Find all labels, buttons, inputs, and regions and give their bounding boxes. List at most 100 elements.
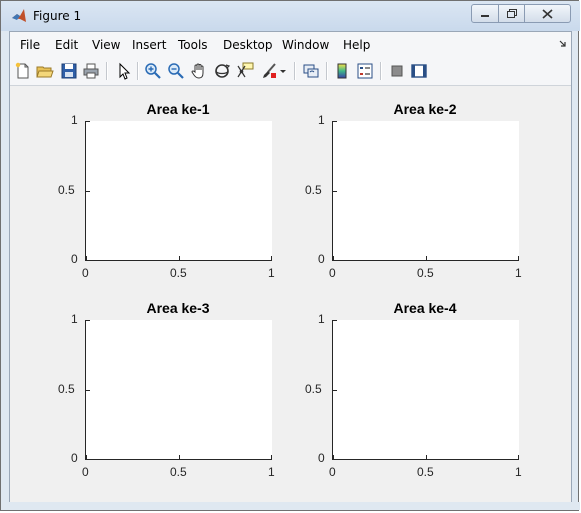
toolbar-separator xyxy=(294,62,296,80)
x-tick-mark xyxy=(518,256,519,260)
x-tick-mark xyxy=(86,455,87,459)
y-tick-mark xyxy=(86,260,90,261)
y-tick-label: 0.5 xyxy=(58,381,75,396)
y-tick-label: 1 xyxy=(318,312,325,326)
x-tick-label: 1 xyxy=(515,266,522,280)
insert-colorbar-icon[interactable] xyxy=(333,62,351,80)
edit-plot-arrow-icon[interactable] xyxy=(115,62,133,80)
menu-edit[interactable]: Edit xyxy=(55,38,78,52)
save-icon[interactable] xyxy=(60,62,78,80)
brush-icon[interactable] xyxy=(260,62,278,80)
close-button[interactable] xyxy=(524,4,571,23)
x-tick-mark xyxy=(271,455,272,459)
dock-arrow-icon[interactable] xyxy=(559,40,567,48)
axes-title: Area ke-2 xyxy=(393,101,457,117)
menu-help[interactable]: Help xyxy=(343,38,370,52)
minimize-button[interactable] xyxy=(471,4,499,23)
y-tick-label: 1 xyxy=(71,312,78,326)
matlab-logo-icon xyxy=(12,9,26,22)
axes-title: Area ke-3 xyxy=(146,300,210,316)
new-figure-icon[interactable] xyxy=(14,62,32,80)
x-tick-label: 1 xyxy=(515,465,522,479)
y-tick-mark xyxy=(86,121,90,122)
x-tick-label: 0 xyxy=(82,266,89,280)
axes-plot-area[interactable] xyxy=(332,121,519,261)
hide-plot-tools-icon[interactable] xyxy=(388,62,406,80)
x-tick-mark xyxy=(333,256,334,260)
x-tick-label: 0 xyxy=(329,465,336,479)
x-tick-label: 1 xyxy=(268,266,275,280)
toolbar-separator xyxy=(106,62,108,80)
menu-view[interactable]: View xyxy=(92,38,120,52)
y-tick-mark xyxy=(333,459,337,460)
menu-insert[interactable]: Insert xyxy=(132,38,166,52)
window-bottom-border xyxy=(1,502,580,510)
x-tick-label: 0.5 xyxy=(417,465,434,479)
show-plot-tools-icon[interactable] xyxy=(410,62,428,80)
y-tick-label: 0 xyxy=(318,451,325,465)
y-tick-label: 1 xyxy=(318,113,325,127)
toolbar-separator xyxy=(380,62,382,80)
x-tick-mark xyxy=(426,455,427,459)
axes-title: Area ke-1 xyxy=(146,101,210,117)
y-tick-mark xyxy=(86,459,90,460)
zoom-out-icon[interactable] xyxy=(167,62,185,80)
x-tick-mark xyxy=(426,256,427,260)
rotate-3d-icon[interactable] xyxy=(213,62,231,80)
toolbar-separator xyxy=(326,62,328,80)
menu-desktop[interactable]: Desktop xyxy=(223,38,273,52)
title-bar[interactable]: Figure 1 xyxy=(1,1,580,31)
print-icon[interactable] xyxy=(82,62,100,80)
y-tick-label: 0 xyxy=(71,252,78,266)
link-plot-icon[interactable] xyxy=(302,62,320,80)
insert-legend-icon[interactable] xyxy=(356,62,374,80)
axes-title: Area ke-4 xyxy=(393,300,457,316)
y-tick-mark xyxy=(333,260,337,261)
y-tick-mark xyxy=(333,121,337,122)
y-tick-label: 1 xyxy=(71,113,78,127)
y-tick-mark xyxy=(333,389,337,391)
x-tick-mark xyxy=(179,455,180,459)
axes-plot-area[interactable] xyxy=(85,121,272,261)
x-tick-mark xyxy=(333,455,334,459)
x-tick-label: 0 xyxy=(329,266,336,280)
brush-dropdown-icon[interactable] xyxy=(278,62,288,80)
open-file-icon[interactable] xyxy=(36,62,54,80)
x-tick-mark xyxy=(179,256,180,260)
y-tick-mark xyxy=(86,190,90,192)
menu-window[interactable]: Window xyxy=(282,38,329,52)
zoom-in-icon[interactable] xyxy=(144,62,162,80)
axes-plot-area[interactable] xyxy=(332,320,519,460)
figure-frame: File Edit View Insert Tools Desktop Wind… xyxy=(9,31,572,504)
y-tick-label: 0.5 xyxy=(58,182,75,197)
menu-bar: File Edit View Insert Tools Desktop Wind… xyxy=(10,32,571,58)
x-tick-label: 1 xyxy=(268,465,275,479)
y-tick-label: 0.5 xyxy=(305,182,322,197)
y-tick-label: 0 xyxy=(318,252,325,266)
x-tick-label: 0 xyxy=(82,465,89,479)
y-tick-mark xyxy=(86,320,90,321)
minimize-icon xyxy=(481,14,489,17)
restore-button[interactable] xyxy=(498,4,525,23)
menu-tools[interactable]: Tools xyxy=(178,38,208,52)
pan-hand-icon[interactable] xyxy=(190,62,208,80)
y-tick-mark xyxy=(86,389,90,391)
x-tick-label: 0.5 xyxy=(170,465,187,479)
x-tick-mark xyxy=(518,455,519,459)
axes-plot-area[interactable] xyxy=(85,320,272,460)
x-tick-label: 0.5 xyxy=(170,266,187,280)
close-icon xyxy=(542,8,553,19)
toolbar-separator xyxy=(137,62,139,80)
x-tick-label: 0.5 xyxy=(417,266,434,280)
data-cursor-icon[interactable] xyxy=(236,62,254,80)
figure-window: Figure 1 File Edit View Insert Tools Des… xyxy=(0,0,580,511)
window-title: Figure 1 xyxy=(33,9,82,23)
y-tick-mark xyxy=(333,320,337,321)
y-tick-label: 0.5 xyxy=(305,381,322,396)
x-tick-mark xyxy=(86,256,87,260)
restore-icon xyxy=(507,8,517,18)
y-tick-mark xyxy=(333,190,337,192)
menu-file[interactable]: File xyxy=(20,38,40,52)
y-tick-label: 0 xyxy=(71,451,78,465)
x-tick-mark xyxy=(271,256,272,260)
